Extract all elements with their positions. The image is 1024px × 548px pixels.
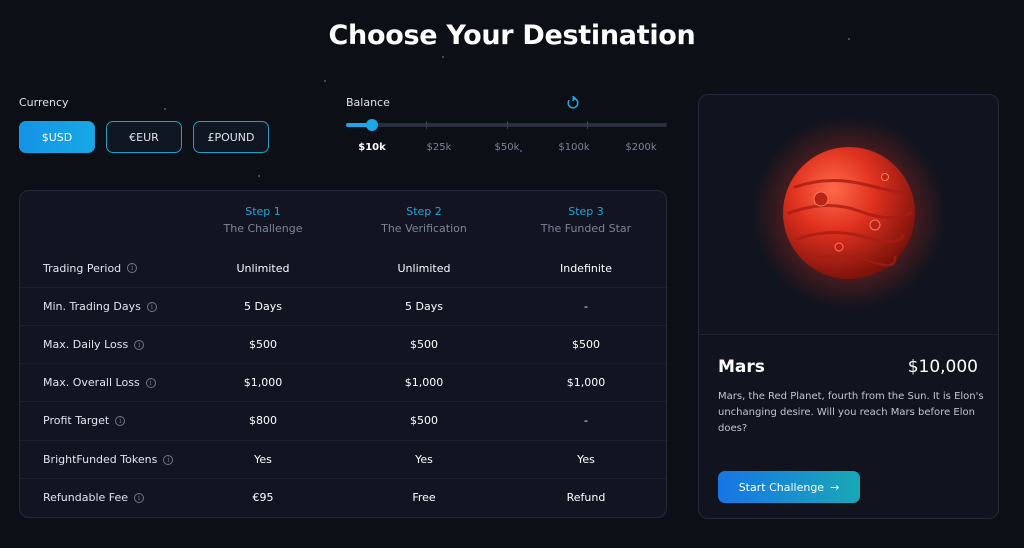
row-label-text: Trading Period: [43, 261, 122, 275]
row-label: Max. Daily Loss i: [43, 338, 145, 351]
info-icon[interactable]: i: [146, 301, 157, 312]
balance-slider[interactable]: [346, 119, 667, 131]
table-row-min-trading-days: Min. Trading Days i 5 Days 5 Days -: [20, 287, 666, 325]
info-icon[interactable]: i: [163, 454, 174, 465]
arrow-right-icon: →: [830, 480, 840, 494]
star: [164, 108, 166, 110]
table-cell: $1,000: [243, 376, 283, 389]
start-challenge-label: Start Challenge: [738, 480, 825, 494]
page-title: Choose Your Destination: [328, 20, 696, 51]
table-cell: Indefinite: [559, 261, 612, 275]
row-label: Trading Period i: [43, 261, 138, 275]
balance-options: $10k $25k $50k $100k $200k: [346, 142, 676, 156]
balance-option-25k[interactable]: $25k: [427, 142, 452, 153]
slider-tick: [426, 121, 428, 129]
table-row-profit-target: Profit Target i $800 $500 -: [20, 401, 666, 439]
table-cell: Yes: [415, 453, 433, 466]
row-label: Min. Trading Days i: [43, 300, 157, 313]
info-icon[interactable]: i: [115, 415, 126, 426]
row-label: Profit Target i: [43, 414, 126, 427]
table-cell: $800: [249, 414, 277, 427]
table-cell: $1,000: [566, 376, 606, 389]
comparison-table: Step 1 The Challenge Step 2 The Verifica…: [19, 190, 667, 518]
step-number: Step 3: [568, 205, 604, 218]
table-cell: $500: [249, 338, 277, 351]
table-row-brightfunded-tokens: BrightFunded Tokens i Yes Yes Yes: [20, 440, 666, 478]
slider-tick: [506, 121, 508, 129]
balance-option-10k[interactable]: $10k: [358, 142, 386, 153]
star: [258, 175, 260, 177]
row-label: Max. Overall Loss i: [43, 376, 156, 389]
slider-handle[interactable]: [365, 119, 378, 131]
table-cell: -: [584, 414, 588, 427]
table-cell: 5 Days: [244, 300, 282, 313]
balance-option-50k[interactable]: $50k: [495, 142, 520, 153]
step-name: The Funded Star: [540, 222, 632, 235]
step-name: The Challenge: [223, 222, 303, 235]
row-label-text: BrightFunded Tokens: [43, 453, 158, 466]
currency-pound-button[interactable]: £POUND: [193, 121, 269, 153]
table-cell: Unlimited: [397, 261, 451, 275]
row-label-text: Profit Target: [43, 414, 110, 427]
planet-name: Mars: [718, 357, 765, 377]
row-label-text: Max. Overall Loss: [43, 376, 140, 389]
table-row-trading-period: Trading Period i Unlimited Unlimited Inde…: [20, 249, 666, 287]
table-row-max-daily-loss: Max. Daily Loss i $500 $500 $500: [20, 325, 666, 363]
table-cell: Yes: [254, 453, 272, 466]
currency-selector: $USD €EUR £POUND: [19, 121, 269, 153]
start-challenge-button[interactable]: Start Challenge →: [718, 471, 860, 503]
currency-usd-button[interactable]: $USD: [19, 121, 95, 153]
step-2-header: Step 2 The Verification: [344, 205, 504, 235]
row-label-text: Min. Trading Days: [43, 300, 141, 313]
info-icon[interactable]: i: [127, 263, 138, 273]
star: [442, 56, 444, 58]
row-label-text: Refundable Fee: [43, 491, 129, 504]
table-cell: $500: [410, 414, 438, 427]
planet-card: Mars $10,000 Mars, the Red Planet, fourt…: [698, 94, 999, 519]
star: [324, 80, 326, 82]
table-cell: Unlimited: [236, 261, 290, 275]
row-label-text: Max. Daily Loss: [43, 338, 129, 351]
step-number: Step 1: [245, 205, 281, 218]
reset-icon[interactable]: [566, 96, 580, 110]
table-cell: -: [584, 300, 588, 313]
step-number: Step 2: [406, 205, 442, 218]
balance-label: Balance: [346, 96, 390, 109]
balance-option-100k[interactable]: $100k: [558, 142, 589, 153]
step-1-header: Step 1 The Challenge: [183, 205, 343, 235]
slider-tick: [586, 121, 588, 129]
currency-label: Currency: [19, 96, 69, 109]
info-icon[interactable]: i: [134, 492, 145, 503]
table-cell: Yes: [577, 453, 595, 466]
table-row-refundable-fee: Refundable Fee i €95 Free Refund: [20, 478, 666, 516]
info-icon[interactable]: i: [145, 377, 156, 388]
currency-eur-button[interactable]: €EUR: [106, 121, 182, 153]
step-name: The Verification: [381, 222, 467, 235]
planet-price: $10,000: [907, 357, 978, 377]
info-icon[interactable]: i: [134, 339, 145, 350]
mars-planet-icon: [753, 117, 945, 309]
table-row-max-overall-loss: Max. Overall Loss i $1,000 $1,000 $1,000: [20, 363, 666, 401]
table-cell: $500: [572, 338, 600, 351]
balance-option-200k[interactable]: $200k: [625, 142, 656, 153]
planet-image-area: [699, 95, 998, 335]
row-label: Refundable Fee i: [43, 491, 145, 504]
table-cell: 5 Days: [405, 300, 443, 313]
table-cell: $1,000: [404, 376, 444, 389]
row-label: BrightFunded Tokens i: [43, 453, 174, 466]
planet-description: Mars, the Red Planet, fourth from the Su…: [718, 391, 984, 434]
table-cell: Refund: [566, 491, 606, 504]
table-cell: $500: [410, 338, 438, 351]
table-cell: Free: [412, 491, 436, 504]
step-3-header: Step 3 The Funded Star: [506, 205, 666, 235]
table-cell: €95: [252, 491, 274, 504]
